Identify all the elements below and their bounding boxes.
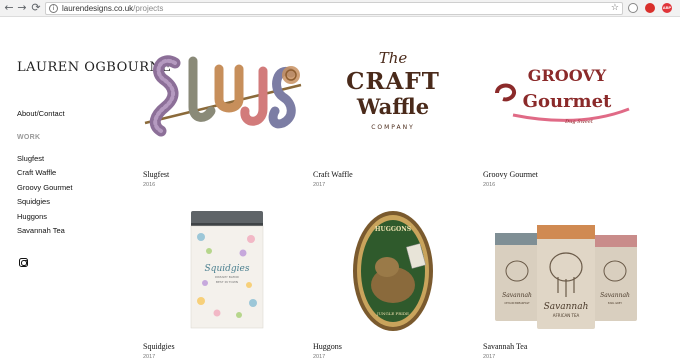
address-bar[interactable]: i laurendesigns.co.uk/projects ☆ xyxy=(45,2,623,15)
url-domain: laurendesigns.co.uk xyxy=(62,4,134,13)
extension-icon[interactable] xyxy=(645,3,655,13)
project-thumbnail-craft-waffle[interactable]: The CRAFT Waffle COMPANY xyxy=(313,45,473,145)
groovy-gourmet-logo-groovy: GROOVY xyxy=(528,66,607,85)
savannah-bag-center-sub: AFRICAN TEA xyxy=(553,313,580,318)
project-title-savannah-tea[interactable]: Savannah Tea xyxy=(483,342,527,351)
savannah-bag-right-sub: EARL GREY xyxy=(608,301,622,305)
huggons-badge: HUGGONS JUNGLE PRIDE xyxy=(353,211,433,331)
project-title-groovy-gourmet[interactable]: Groovy Gourmet xyxy=(483,170,538,179)
groovy-gourmet-logo-gourmet: Gourmet xyxy=(523,91,612,112)
bookmark-star-icon[interactable]: ☆ xyxy=(611,3,619,14)
craft-waffle-logo-the: The xyxy=(379,49,408,67)
groovy-gourmet-logo: GROOVY Gourmet Dug Sweet xyxy=(495,66,630,125)
squidgies-tin-label: Squidgies xyxy=(205,264,250,274)
squidgies-tin: Squidgies DREAMY BLEND BEST IN TOWN xyxy=(190,211,264,329)
nav-item-craft-waffle[interactable]: Craft Waffle xyxy=(17,168,56,177)
huggons-badge-top: HUGGONS xyxy=(375,226,411,233)
about-contact-link[interactable]: About/Contact xyxy=(17,109,65,118)
nav-item-groovy-gourmet[interactable]: Groovy Gourmet xyxy=(17,183,72,192)
nav-item-slugfest[interactable]: Slugfest xyxy=(17,154,44,163)
url-text[interactable]: laurendesigns.co.uk/projects xyxy=(62,3,163,15)
squidgies-tin-subtitle: DREAMY BLEND xyxy=(215,275,240,279)
project-year-slugfest: 2016 xyxy=(143,182,156,188)
browser-toolbar: ← → ⟳ i laurendesigns.co.uk/projects ☆ A… xyxy=(0,0,680,17)
groovy-gourmet-logo-tag: Dug Sweet xyxy=(564,119,594,125)
info-icon[interactable]: i xyxy=(49,4,58,13)
craft-waffle-logo-craft: CRAFT xyxy=(346,68,440,95)
instagram-icon[interactable] xyxy=(19,258,28,267)
craft-waffle-logo: The CRAFT Waffle COMPANY xyxy=(346,49,440,131)
forward-arrow-icon[interactable]: → xyxy=(16,2,28,14)
project-year-squidgies: 2017 xyxy=(143,354,156,360)
project-thumbnail-groovy-gourmet[interactable]: GROOVY Gourmet Dug Sweet xyxy=(483,45,643,145)
craft-waffle-logo-company: COMPANY xyxy=(371,124,415,131)
project-thumbnail-squidgies[interactable]: Squidgies DREAMY BLEND BEST IN TOWN xyxy=(143,205,303,335)
savannah-tea-bags: Savannah CEYLON BREAKFAST Savannah AFRIC… xyxy=(495,225,637,329)
adblock-icon[interactable]: ABP xyxy=(662,3,672,13)
savannah-bag-left-sub: CEYLON BREAKFAST xyxy=(504,301,530,305)
project-year-groovy-gourmet: 2016 xyxy=(483,182,496,188)
slugfest-artwork xyxy=(144,55,302,137)
project-thumbnail-huggons[interactable]: HUGGONS JUNGLE PRIDE xyxy=(313,205,473,335)
back-arrow-icon[interactable]: ← xyxy=(3,2,15,14)
nav-item-savannah-tea[interactable]: Savannah Tea xyxy=(17,226,65,235)
project-thumbnail-slugfest[interactable] xyxy=(143,45,303,145)
project-title-craft-waffle[interactable]: Craft Waffle xyxy=(313,170,353,179)
nav-item-squidgies[interactable]: Squidgies xyxy=(17,197,50,206)
project-thumbnail-savannah-tea[interactable]: Savannah CEYLON BREAKFAST Savannah AFRIC… xyxy=(483,205,643,335)
savannah-bag-left-label: Savannah xyxy=(502,292,532,299)
profile-icon[interactable] xyxy=(628,3,638,13)
work-heading: WORK xyxy=(17,134,41,141)
huggons-badge-bottom: JUNGLE PRIDE xyxy=(376,311,409,316)
project-year-savannah-tea: 2017 xyxy=(483,354,496,360)
project-year-huggons: 2017 xyxy=(313,354,326,360)
savannah-bag-right-label: Savannah xyxy=(600,292,630,299)
url-path: /projects xyxy=(133,4,164,13)
project-title-huggons[interactable]: Huggons xyxy=(313,342,342,351)
project-title-slugfest[interactable]: Slugfest xyxy=(143,170,169,179)
reload-icon[interactable]: ⟳ xyxy=(30,2,42,14)
project-title-squidgies[interactable]: Squidgies xyxy=(143,342,175,351)
squidgies-tin-subtitle-2: BEST IN TOWN xyxy=(216,280,238,284)
craft-waffle-logo-waffle: Waffle xyxy=(356,94,429,119)
nav-item-huggons[interactable]: Huggons xyxy=(17,212,47,221)
savannah-bag-center-label: Savannah xyxy=(544,302,589,312)
project-year-craft-waffle: 2017 xyxy=(313,182,326,188)
